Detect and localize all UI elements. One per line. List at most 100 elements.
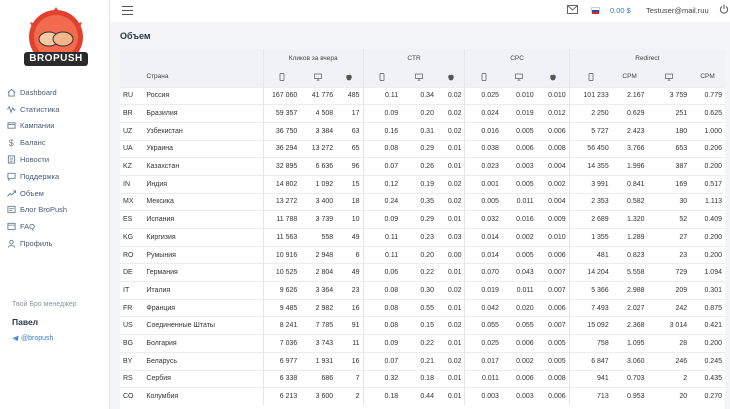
ctr-desktop-cell: 0.18 (401, 369, 437, 388)
ctr-mobile-cell: 0.24 (362, 192, 402, 211)
clicks-mobile-header[interactable] (262, 67, 301, 87)
clicks-apple-cell: 91 (336, 316, 364, 335)
clicks-apple-cell: 49 (336, 228, 364, 247)
redirect-mobile-cpm-cell: 2.027 (611, 298, 648, 317)
sidebar-item-campaigns[interactable]: Кампании (0, 118, 110, 135)
country-name-cell: Сербия (142, 369, 264, 388)
ctr-mobile-cell: 0.32 (362, 369, 402, 388)
redirect-desktop-cpm-cell: 1.000 (690, 121, 725, 141)
country-header[interactable]: Страна (142, 67, 264, 87)
redirect-mobile-cpm-cell: 0.703 (611, 369, 648, 388)
cpc-apple-cell: 0.005 (536, 351, 570, 370)
campaign-icon (7, 121, 16, 130)
redirect-desktop-cpm-cell: 0.200 (690, 245, 725, 264)
clicks-desktop-cell: 3 364 (300, 281, 337, 300)
power-icon[interactable] (719, 4, 729, 14)
redirect-mobile-cell: 941 (568, 369, 612, 388)
cpc-mobile-header[interactable] (464, 67, 502, 87)
table-row: US Соединенные Штаты 8 241 7 785 91 0.08 0.15 0… (120, 316, 725, 335)
sidebar-item-blog[interactable]: Блог BroPush (0, 202, 110, 219)
sidebar-item-label: Dashboard (20, 87, 57, 97)
ctr-desktop-cell: 0.23 (401, 228, 437, 247)
clicks-apple-cell: 2 (336, 387, 364, 406)
table-row: BR Бразилия 59 357 4 508 17 0.09 0.20 0.02 0.024… (120, 104, 725, 123)
desktop-icon (415, 73, 423, 81)
ctr-mobile-header[interactable] (362, 67, 402, 87)
clicks-mobile-cell: 13 272 (262, 192, 301, 211)
country-code-cell: RU (120, 86, 143, 105)
sidebar-item-label: Кампании (20, 121, 55, 131)
redirect-desktop-header[interactable] (647, 67, 691, 87)
table-row: MX Мексика 13 272 3 400 18 0.24 0.35 0.02 0.005 0… (120, 192, 725, 211)
manager-name: Павел (12, 317, 39, 327)
code-header (120, 67, 143, 87)
cpc-apple-cell: 0.006 (536, 387, 570, 406)
cpc-desktop-cell: 0.006 (501, 369, 537, 388)
cpc-desktop-cell: 0.011 (501, 281, 537, 300)
user-email[interactable]: Testuser@mail.ruu (646, 6, 709, 15)
redirect-mobile-cpm-cell: 2.988 (611, 281, 648, 300)
redirect-desktop-cell: 180 (647, 121, 691, 141)
clicks-mobile-cell: 167 060 (262, 86, 301, 105)
redirect-group-header: Redirect (568, 49, 725, 67)
table-row: RS Сербия 6 338 686 7 0.32 0.18 0.01 0.011 0.006 0… (120, 369, 725, 388)
redirect-mobile-cell: 2 250 (568, 104, 612, 123)
clicks-mobile-cell: 10 916 (262, 245, 301, 264)
country-code-cell: UA (120, 139, 143, 158)
redirect-mobile-header[interactable] (568, 67, 612, 87)
sidebar-item-statistics[interactable]: Статистика (0, 101, 110, 118)
sidebar-item-balance[interactable]: $ Баланс (0, 134, 110, 151)
bropush-logo[interactable] (16, 4, 96, 76)
redirect-mobile-cell: 758 (568, 334, 612, 353)
cpc-desktop-cell: 0.005 (501, 121, 537, 141)
ctr-mobile-cell: 0.11 (362, 228, 402, 247)
ctr-apple-cell: 0.02 (436, 316, 465, 335)
table-row: ES Испания 11 788 3 739 10 0.09 0.29 0.01 0.032 0… (120, 210, 725, 229)
sidebar-item-volume[interactable]: Объем (0, 185, 110, 202)
sidebar-item-faq[interactable]: FAQ (0, 218, 110, 235)
sidebar-item-label: Поддержка (20, 171, 60, 181)
sidebar-item-support[interactable]: Поддержка (0, 168, 110, 185)
cpc-mobile-cell: 0.019 (464, 281, 502, 300)
cpc-mobile-cell: 0.023 (464, 157, 502, 176)
sidebar-item-profile[interactable]: Профиль (0, 235, 110, 252)
clicks-apple-cell: 11 (336, 334, 364, 353)
table-row: RU Россия 167 060 41 776 485 0.11 0.34 0.02 0.02… (120, 86, 725, 105)
clicks-mobile-cell: 32 895 (262, 157, 301, 176)
redirect-desktop-cpm-header[interactable]: CPM (690, 67, 725, 87)
clicks-desktop-header[interactable] (300, 67, 337, 87)
balance-amount[interactable]: 0.00 $ (610, 6, 631, 15)
redirect-mobile-cpm-header[interactable]: CPM (611, 67, 648, 87)
clicks-apple-header[interactable] (336, 67, 364, 87)
redirect-desktop-cell: 27 (647, 228, 691, 247)
menu-toggle-icon[interactable] (122, 6, 133, 15)
ctr-apple-cell: 0.01 (436, 139, 465, 158)
sidebar-item-label: Баланс (20, 138, 46, 148)
country-code-cell: KZ (120, 157, 143, 176)
clicks-desktop-cell: 2 982 (300, 298, 337, 317)
redirect-desktop-cpm-cell: 1.113 (690, 192, 725, 211)
cpc-group-header: CPC (464, 49, 570, 67)
mail-icon[interactable] (567, 5, 578, 14)
page-title: Объем (120, 31, 151, 41)
redirect-desktop-cpm-cell: 0.200 (690, 157, 725, 176)
redirect-desktop-cell: 729 (647, 263, 691, 282)
empty-header (120, 49, 264, 67)
country-name-cell: Италия (142, 281, 264, 300)
topbar: 0.00 $ Testuser@mail.ruu (110, 0, 730, 22)
country-code-cell: KG (120, 228, 143, 247)
main-content: Объем Кликов за вчера CTR CPC Redirect С… (110, 22, 730, 409)
sidebar-item-news[interactable]: Новости (0, 151, 110, 168)
redirect-mobile-cpm-cell: 3.766 (611, 139, 648, 158)
russia-flag-icon[interactable] (591, 7, 600, 14)
cpc-apple-header[interactable] (536, 67, 570, 87)
redirect-desktop-cell: 2 (647, 369, 691, 388)
sidebar-item-dashboard[interactable]: Dashboard (0, 84, 110, 101)
manager-telegram-link[interactable]: @bropush (12, 335, 53, 342)
ctr-desktop-header[interactable] (401, 67, 437, 87)
cpc-desktop-header[interactable] (501, 67, 537, 87)
ctr-apple-header[interactable] (436, 67, 465, 87)
clicks-mobile-cell: 6 338 (262, 369, 301, 388)
clicks-apple-cell: 18 (336, 192, 364, 211)
country-code-cell: IN (120, 174, 143, 194)
